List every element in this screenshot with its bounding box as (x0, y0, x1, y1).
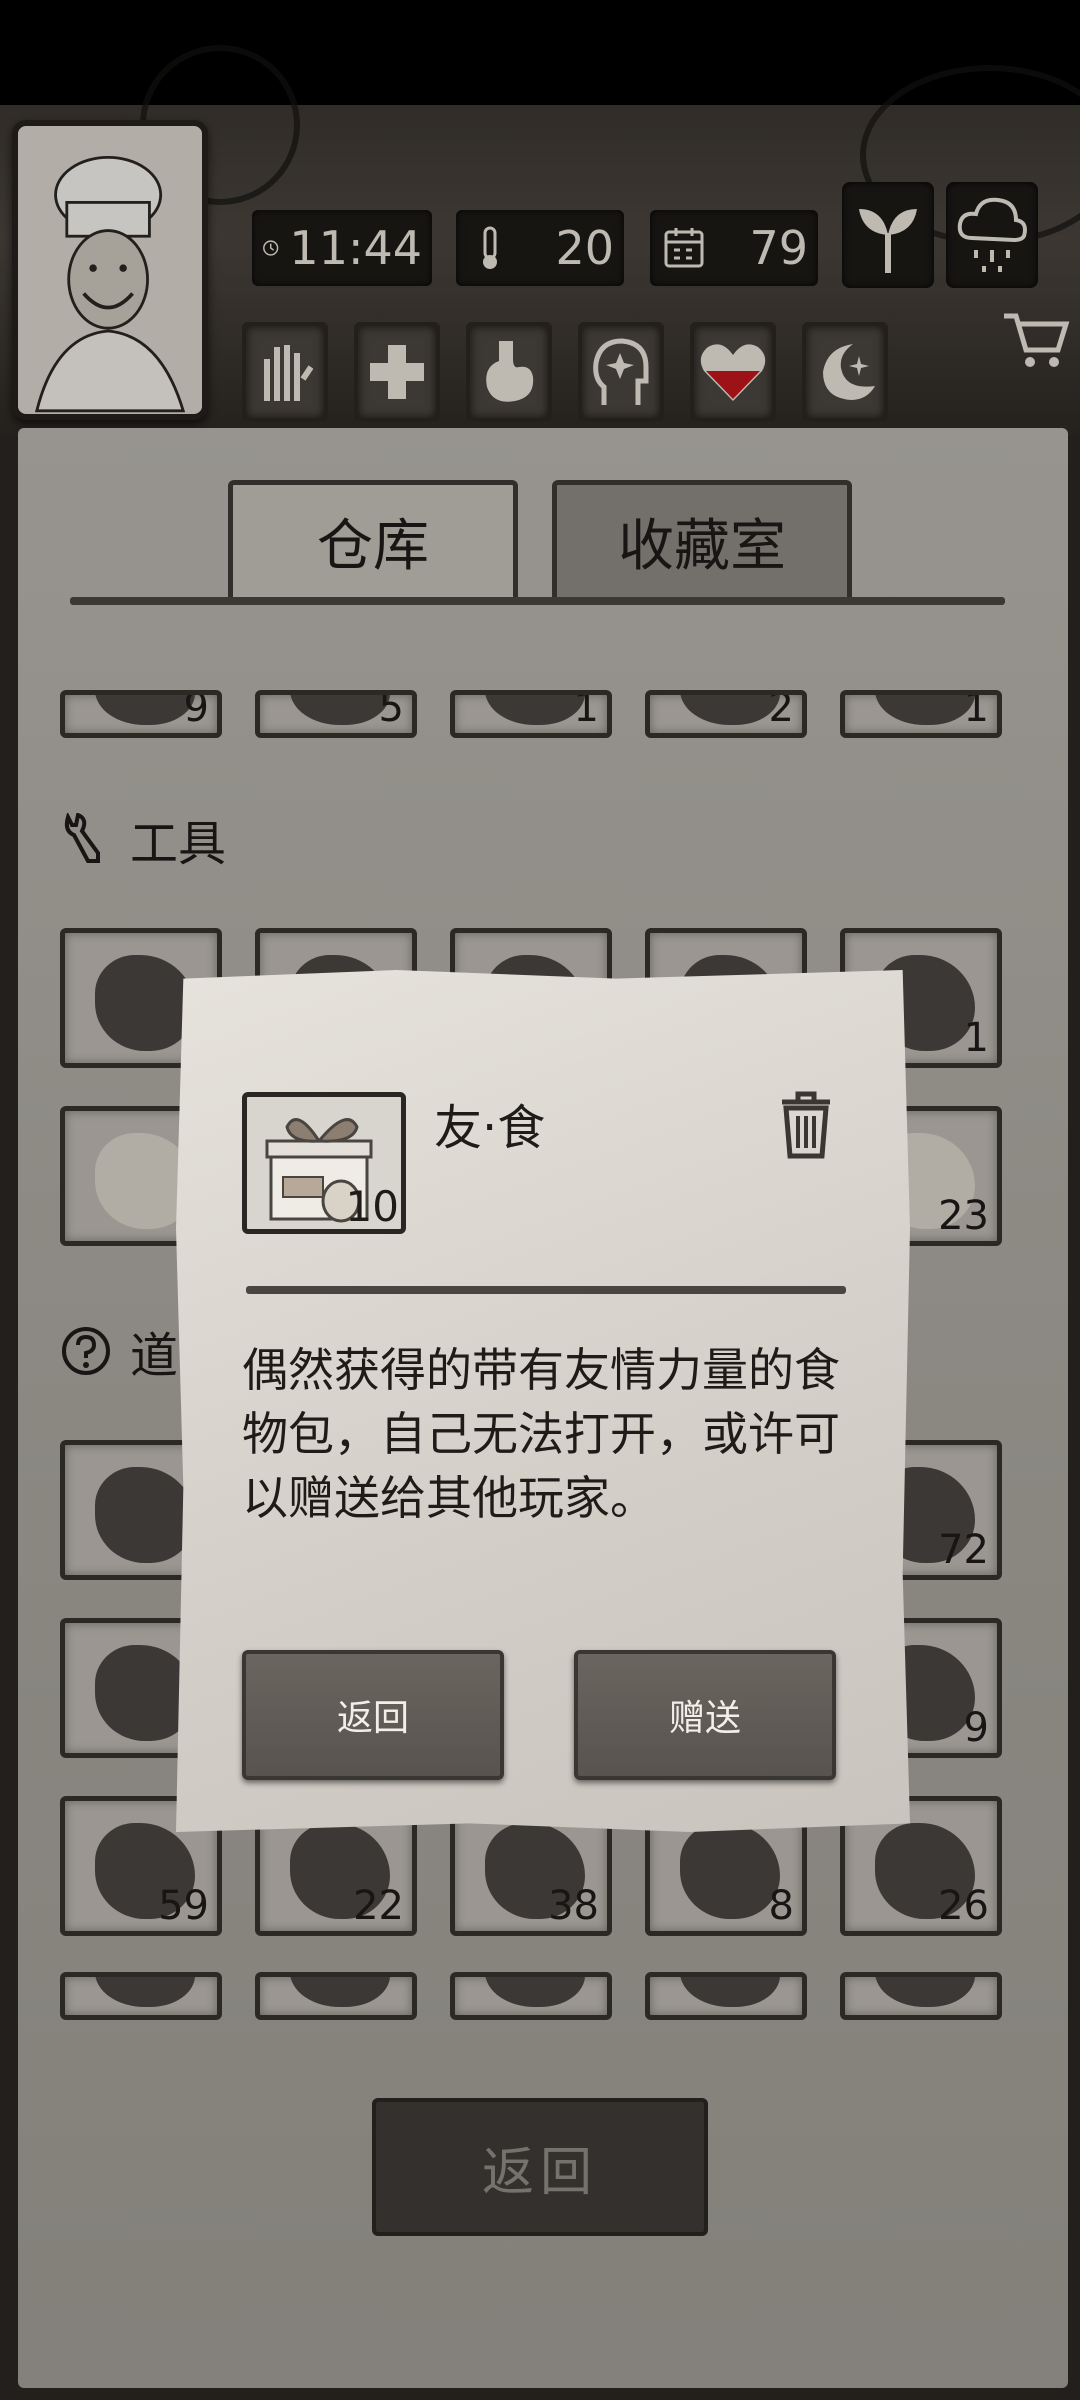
trash-icon[interactable] (778, 1088, 834, 1160)
dialog-back-button[interactable]: 返回 (242, 1650, 504, 1780)
gift-button-label: 赠送 (668, 1698, 741, 1739)
item-description: 偶然获得的带有友情力量的食物包，自己无法打开，或许可以赠送给其他玩家。 (242, 1343, 840, 1525)
dialog-back-label: 返回 (336, 1698, 409, 1739)
item-count: 10 (345, 1182, 399, 1231)
dialog-divider (246, 1286, 846, 1294)
item-icon-frame: 10 (242, 1092, 406, 1234)
item-name: 友·食 (434, 1100, 546, 1156)
item-detail-dialog: 10 友·食 偶然获得的带有友情力量的食物包，自己无法打开，或许可以赠送给其他玩… (176, 970, 910, 1832)
gift-button[interactable]: 赠送 (574, 1650, 836, 1780)
